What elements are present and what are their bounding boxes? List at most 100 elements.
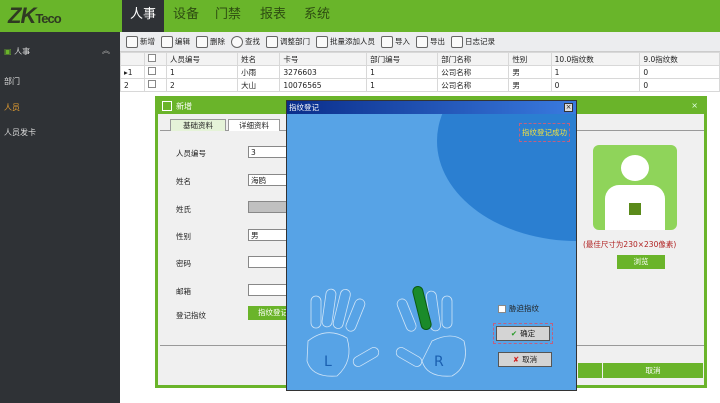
nav-report[interactable]: 报表 [252, 0, 294, 32]
nav-system[interactable]: 系统 [296, 0, 338, 32]
col-gender[interactable]: 性别 [508, 52, 552, 66]
duress-label: 胁迫指纹 [509, 304, 539, 313]
col-fp10[interactable]: 10.0指纹数 [550, 52, 641, 66]
label: 日志记录 [465, 37, 495, 46]
check-icon: ✔ [510, 329, 518, 338]
cell: 1 [165, 65, 239, 79]
photo-placeholder [593, 145, 677, 230]
label-gender: 性别 [176, 232, 191, 241]
photo-size-hint: (最佳尺寸为230×230像素) [583, 240, 677, 249]
hands-diagram[interactable]: L R [302, 286, 477, 381]
nav-device[interactable]: 设备 [165, 0, 207, 32]
add-icon [162, 101, 172, 111]
label-surname: 姓氏 [176, 205, 191, 214]
cell: 男 [508, 78, 552, 92]
right-hand-label: R [434, 354, 444, 370]
fingerprint-dialog: 指纹登记 × 指纹登记成功 L R 胁迫指纹 ✔ 确定 ✘ 取消 [286, 100, 577, 391]
table-row[interactable]: 2 2 大山 10076565 1 公司名称男 0 0 [120, 78, 720, 92]
logo: ZKTeco [8, 3, 62, 28]
label: 导出 [430, 37, 445, 46]
enroll-status: 指纹登记成功 [519, 123, 570, 142]
cell: 1 [366, 65, 439, 79]
row-index: 2 [120, 78, 145, 92]
row-checkbox[interactable] [148, 67, 156, 75]
col-dept-id[interactable]: 部门编号 [366, 52, 439, 66]
collapse-icon[interactable]: ︽ [102, 45, 110, 56]
label-id: 人员编号 [176, 149, 206, 158]
add-button[interactable]: 新增 [126, 35, 155, 48]
search-button[interactable]: 查找 [231, 35, 260, 48]
enrolled-finger [412, 286, 432, 330]
sidebar-section-hr[interactable]: ▣ 人事 [4, 46, 30, 57]
toolbar: 新增 编辑 删除 查找 调整部门 批量添加人员 导入 导出 日志记录 [120, 32, 720, 52]
duress-checkbox[interactable]: 胁迫指纹 [498, 303, 539, 314]
edit-icon [161, 35, 173, 48]
browse-button[interactable]: 浏览 [617, 255, 665, 269]
left-hand-label: L [324, 354, 332, 370]
label: 删除 [210, 37, 225, 46]
table-row[interactable]: ▸1 1 小雨 3276603 1 公司名称男 1 0 [120, 65, 720, 79]
row-checkbox[interactable] [148, 80, 156, 88]
sidebar-item-department[interactable]: 部门 [4, 76, 20, 87]
close-icon[interactable]: × [564, 103, 573, 112]
label: 调整部门 [280, 37, 310, 46]
fingerprint-dialog-title: 指纹登记 [287, 101, 576, 114]
decorative-arc [437, 101, 576, 241]
col-id[interactable]: 人员编号 [165, 52, 239, 66]
label: 批量添加人员 [330, 37, 375, 46]
edit-button[interactable]: 编辑 [161, 35, 190, 48]
col-fp9[interactable]: 9.0指纹数 [639, 52, 720, 66]
search-icon [231, 35, 243, 48]
import-icon [381, 35, 393, 48]
cell: 2 [165, 78, 239, 92]
cell: 0 [639, 78, 720, 92]
label: 查找 [245, 37, 260, 46]
tab-basic[interactable]: 基础资料 [170, 119, 226, 131]
cell: 公司名称 [437, 78, 510, 92]
cell: 小雨 [237, 65, 281, 79]
col-dept-name[interactable]: 部门名称 [437, 52, 510, 66]
add-icon [126, 35, 138, 48]
cell: 0 [639, 65, 720, 79]
label-password: 密码 [176, 259, 191, 268]
tab-detail[interactable]: 详细资料 [228, 119, 280, 131]
table-header: 人员编号 姓名 卡号 部门编号 部门名称 性别 10.0指纹数 9.0指纹数 [120, 52, 720, 66]
label-name: 姓名 [176, 177, 191, 186]
row-index: ▸1 [120, 65, 145, 79]
cell: 1 [550, 65, 641, 79]
batch-add-button[interactable]: 批量添加人员 [316, 35, 375, 48]
import-button[interactable]: 导入 [381, 35, 410, 48]
personnel-table: 人员编号 姓名 卡号 部门编号 部门名称 性别 10.0指纹数 9.0指纹数 ▸1 1小… [120, 52, 720, 92]
x-icon: ✘ [512, 355, 520, 364]
export-button[interactable]: 导出 [416, 35, 445, 48]
nav-access[interactable]: 门禁 [207, 0, 249, 32]
users-icon [316, 35, 328, 48]
label: 新增 [140, 37, 155, 46]
sidebar-item-personnel[interactable]: 人员 [4, 102, 20, 113]
cancel-button[interactable]: ✘ 取消 [498, 352, 552, 367]
cell: 0 [550, 78, 641, 92]
trash-icon [196, 35, 208, 48]
ok-highlight: ✔ 确定 [493, 323, 553, 344]
sidebar-item-card[interactable]: 人员发卡 [4, 127, 36, 138]
cell: 3276603 [279, 65, 368, 79]
adjust-dept-button[interactable]: 调整部门 [266, 35, 310, 48]
col-name[interactable]: 姓名 [237, 52, 281, 66]
col-card[interactable]: 卡号 [279, 52, 368, 66]
label-fingerprint: 登记指纹 [176, 311, 206, 320]
nav-hr[interactable]: 人事 [122, 0, 165, 32]
select-all-checkbox[interactable] [148, 54, 156, 62]
cell: 公司名称 [437, 65, 510, 79]
cell: 10076565 [279, 78, 368, 92]
right-hand [395, 290, 466, 377]
log-button[interactable]: 日志记录 [451, 35, 495, 48]
top-bar: ZKTeco 人事 设备 门禁 报表 系统 [0, 0, 720, 32]
cell: 1 [366, 78, 439, 92]
sidebar: ▣ 人事 ︽ 部门 人员 人员发卡 [0, 32, 120, 403]
ok-button[interactable]: ✔ 确定 [496, 326, 550, 341]
cancel-button[interactable]: 取消 [603, 363, 703, 378]
cancel-label: 取消 [522, 355, 538, 364]
close-icon[interactable]: × [691, 101, 698, 110]
delete-button[interactable]: 删除 [196, 35, 225, 48]
ok-button[interactable] [578, 363, 602, 378]
